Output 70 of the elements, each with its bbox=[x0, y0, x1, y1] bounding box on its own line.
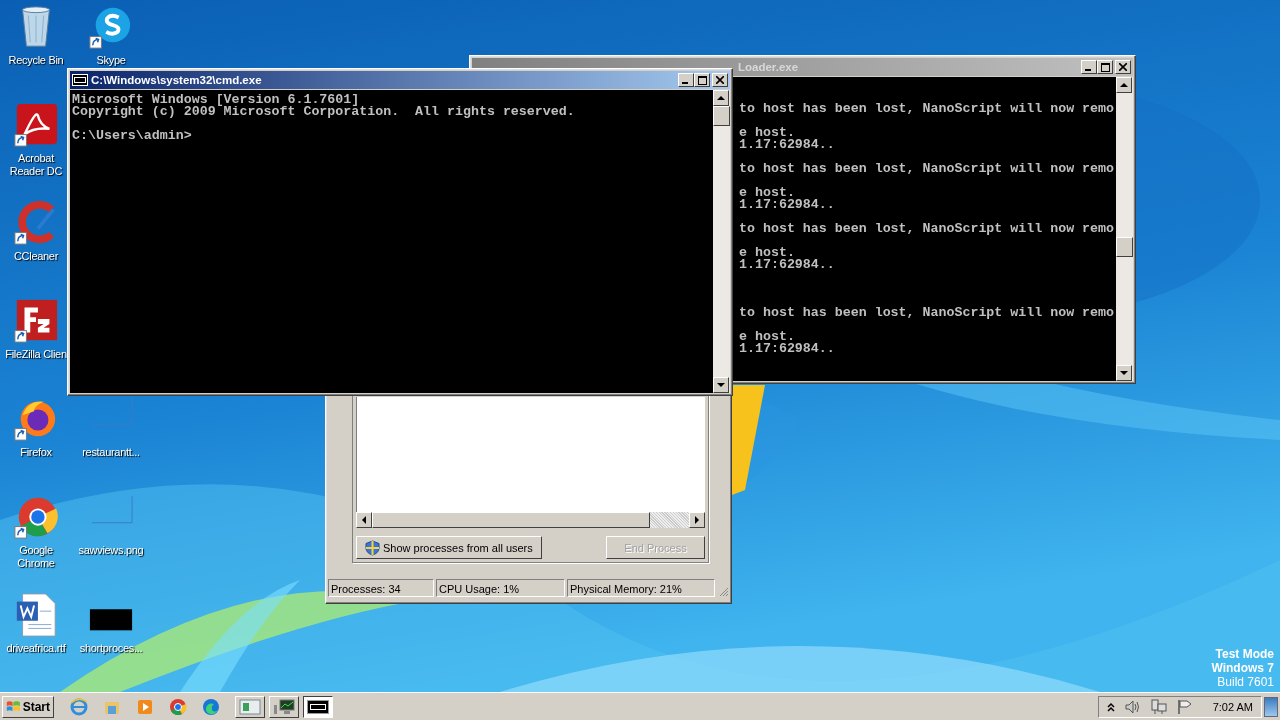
console-line: e host. bbox=[739, 127, 795, 139]
console-line: e host. bbox=[739, 331, 795, 343]
system-info-text: Windows 7 bbox=[1211, 661, 1274, 675]
desktop-icon-label[interactable]: Firefox bbox=[20, 446, 52, 459]
desktop-icon-label[interactable]: Recycle Bin bbox=[8, 54, 64, 67]
scroll-down-icon[interactable] bbox=[713, 377, 729, 393]
vertical-scrollbar[interactable] bbox=[713, 90, 730, 393]
desktop-icon-label[interactable]: driveafrica.rtf bbox=[6, 642, 66, 655]
status-bar-pane: Physical Memory: 21% bbox=[567, 579, 715, 597]
chrome-icon[interactable] bbox=[169, 697, 187, 716]
shield-icon bbox=[365, 539, 380, 556]
console-icon bbox=[72, 74, 88, 86]
console-line: to host has been lost, NanoScript will now remo bbox=[739, 163, 1114, 175]
acrobat-icon[interactable] bbox=[14, 102, 58, 148]
scroll-thumb[interactable] bbox=[1116, 237, 1133, 257]
scroll-up-icon[interactable] bbox=[713, 90, 729, 106]
scroll-right-icon[interactable] bbox=[689, 512, 705, 528]
network-icon[interactable] bbox=[1150, 698, 1167, 715]
system-info-text: Test Mode bbox=[1215, 647, 1274, 661]
desktop-icon-label[interactable]: sawviews.png bbox=[78, 544, 144, 557]
status-bar-pane: Processes: 34 bbox=[328, 579, 434, 597]
console-line: to host has been lost, NanoScript will now remo bbox=[739, 307, 1114, 319]
desktop-icon-label[interactable]: FileZilla Clien bbox=[5, 348, 67, 361]
minimize-button[interactable] bbox=[678, 73, 694, 87]
console-line: 1.17:62984.. bbox=[739, 259, 836, 271]
maximize-icon bbox=[1100, 62, 1110, 72]
clock[interactable]: 7:02 AM bbox=[1212, 700, 1253, 713]
chevron-up-icon[interactable] bbox=[1106, 701, 1115, 712]
console-line: C:\Users\admin> bbox=[72, 130, 193, 142]
console-line: Copyright (c) 2009 Microsoft Corporation. All rights reserved. bbox=[72, 106, 576, 118]
show-processes-button[interactable]: Show processes from all users bbox=[356, 536, 542, 559]
flag-icon[interactable] bbox=[1176, 698, 1193, 715]
scroll-thumb[interactable] bbox=[713, 106, 730, 126]
console-line: Microsoft Windows [Version 6.1.7601] bbox=[72, 94, 360, 106]
close-icon bbox=[1119, 63, 1127, 71]
console-line: 1.17:62984.. bbox=[739, 199, 836, 211]
desktop-icon-label[interactable]: CCleaner bbox=[13, 250, 59, 263]
resize-grip-icon[interactable] bbox=[718, 586, 729, 597]
console-line: 1.17:62984.. bbox=[739, 139, 836, 151]
console-line: e host. bbox=[739, 187, 795, 199]
console-line: to host has been lost, NanoScript will now remo bbox=[739, 103, 1114, 115]
close-button[interactable] bbox=[712, 73, 728, 87]
console-line: e host. bbox=[739, 247, 795, 259]
close-icon bbox=[716, 76, 724, 84]
filezilla-icon[interactable] bbox=[14, 298, 58, 344]
scroll-up-icon[interactable] bbox=[1116, 77, 1132, 93]
maximize-button[interactable] bbox=[694, 73, 710, 87]
horizontal-scrollbar[interactable] bbox=[356, 512, 705, 528]
scroll-thumb[interactable] bbox=[372, 512, 650, 528]
desktop-icon-label[interactable]: restaurantt... bbox=[82, 446, 140, 459]
start-button[interactable]: Start bbox=[2, 695, 54, 718]
vertical-scrollbar[interactable] bbox=[1116, 77, 1133, 381]
system-info-text: Build 7601 bbox=[1217, 675, 1274, 689]
console-line: to host has been lost, NanoScript will now remo bbox=[739, 223, 1114, 235]
desktop-icon-label[interactable]: Acrobat Reader DC bbox=[3, 152, 69, 178]
show-desktop-button[interactable] bbox=[1264, 696, 1278, 717]
desktop-icon-label[interactable]: Google Chrome bbox=[3, 544, 69, 570]
scroll-left-icon[interactable] bbox=[356, 512, 372, 528]
edge-icon[interactable] bbox=[202, 697, 220, 716]
console-line: 1.17:62984.. bbox=[739, 343, 836, 355]
desktop-icon-label[interactable]: Skype bbox=[96, 54, 126, 67]
desktop-icon-label[interactable]: shortproces... bbox=[79, 642, 143, 655]
status-bar-pane: CPU Usage: 1% bbox=[436, 579, 565, 597]
window-title: Loader.exe bbox=[738, 61, 799, 73]
scroll-down-icon[interactable] bbox=[1116, 365, 1132, 381]
window-title: C:\Windows\system32\cmd.exe bbox=[91, 74, 262, 86]
speaker-icon[interactable] bbox=[1124, 699, 1141, 714]
maximize-icon bbox=[697, 75, 707, 85]
word-icon[interactable] bbox=[14, 592, 58, 638]
taskbar-button[interactable] bbox=[303, 695, 333, 718]
